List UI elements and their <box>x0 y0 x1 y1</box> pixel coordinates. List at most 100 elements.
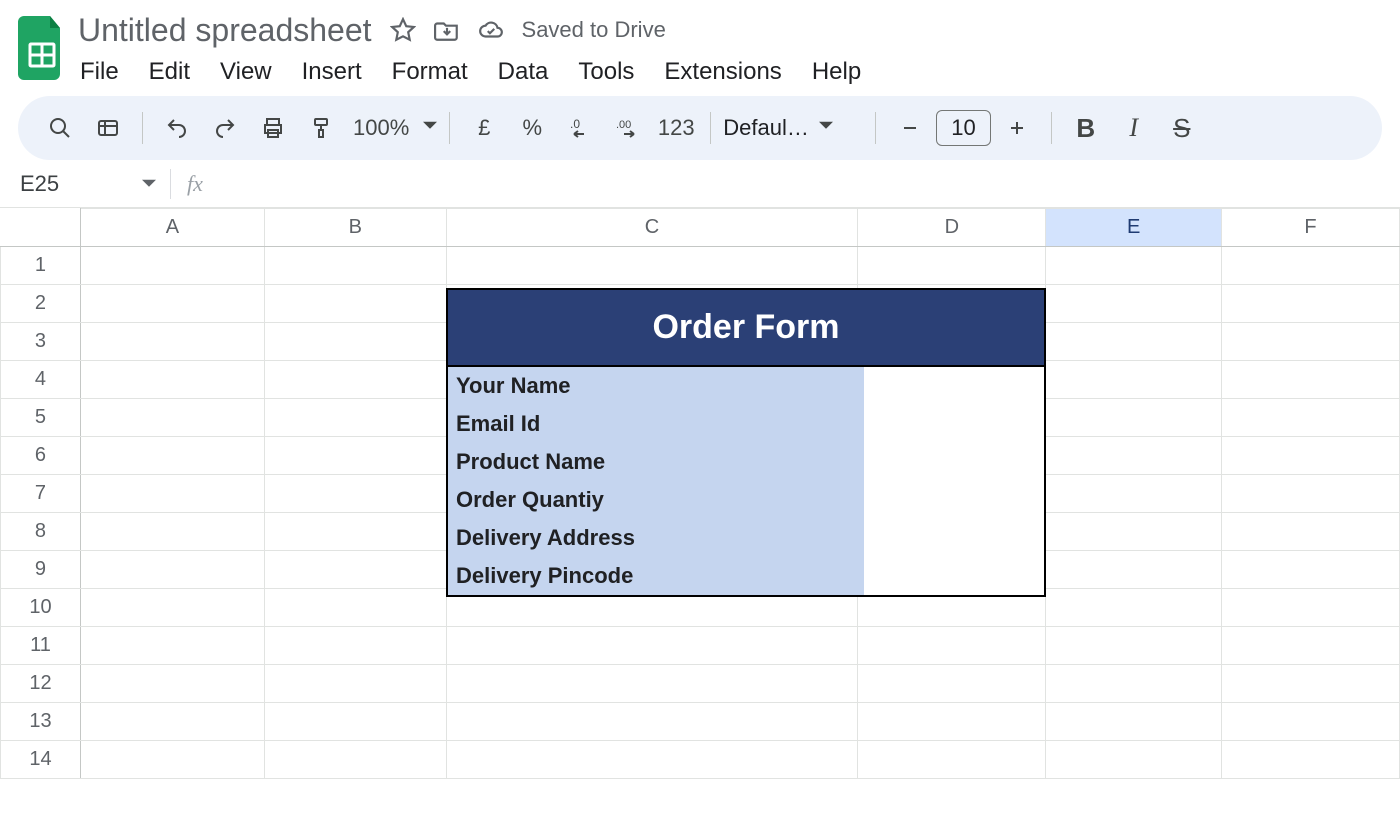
cell[interactable] <box>1222 551 1400 589</box>
cell[interactable] <box>1222 589 1400 627</box>
cell[interactable] <box>1222 741 1400 779</box>
filter-views-icon[interactable] <box>86 106 130 150</box>
cell[interactable] <box>858 741 1046 779</box>
menu-help[interactable]: Help <box>812 58 861 86</box>
cell[interactable] <box>80 323 264 361</box>
redo-icon[interactable] <box>203 106 247 150</box>
cell[interactable] <box>264 741 446 779</box>
form-value-pincode[interactable] <box>864 557 1044 595</box>
cell[interactable] <box>1046 323 1222 361</box>
cell[interactable] <box>264 551 446 589</box>
cell[interactable] <box>1046 247 1222 285</box>
cell[interactable] <box>264 437 446 475</box>
italic-button[interactable]: I <box>1112 106 1156 150</box>
row-header[interactable]: 6 <box>1 437 81 475</box>
move-to-drive-icon[interactable] <box>434 17 460 43</box>
cell[interactable] <box>1222 361 1400 399</box>
menu-view[interactable]: View <box>220 58 272 86</box>
document-title[interactable]: Untitled spreadsheet <box>78 12 372 49</box>
cell[interactable] <box>264 703 446 741</box>
cell[interactable] <box>1046 475 1222 513</box>
form-value-email[interactable] <box>864 405 1044 443</box>
cell[interactable] <box>264 323 446 361</box>
row-header[interactable]: 12 <box>1 665 81 703</box>
zoom-dropdown[interactable]: 100% <box>347 115 437 141</box>
column-header-A[interactable]: A <box>80 209 264 247</box>
cell[interactable] <box>80 589 264 627</box>
row-header[interactable]: 13 <box>1 703 81 741</box>
cell[interactable] <box>1046 513 1222 551</box>
row-header[interactable]: 4 <box>1 361 81 399</box>
row-header[interactable]: 3 <box>1 323 81 361</box>
column-header-E[interactable]: E <box>1046 209 1222 247</box>
more-formats-button[interactable]: 123 <box>654 106 698 150</box>
font-dropdown[interactable]: Defaul… <box>723 115 863 141</box>
cell[interactable] <box>264 627 446 665</box>
increase-decimal-icon[interactable]: .00 <box>606 106 650 150</box>
menu-edit[interactable]: Edit <box>149 58 190 86</box>
cell[interactable] <box>80 437 264 475</box>
cell[interactable] <box>80 399 264 437</box>
form-value-product[interactable] <box>864 443 1044 481</box>
cell[interactable] <box>264 247 446 285</box>
cell[interactable] <box>858 665 1046 703</box>
strikethrough-button[interactable]: S <box>1160 106 1204 150</box>
increase-font-size-button[interactable] <box>995 106 1039 150</box>
cell[interactable] <box>858 703 1046 741</box>
cell[interactable] <box>1046 665 1222 703</box>
cell[interactable] <box>80 627 264 665</box>
cell[interactable] <box>1046 589 1222 627</box>
cell[interactable] <box>80 361 264 399</box>
cell[interactable] <box>1222 247 1400 285</box>
row-header[interactable]: 8 <box>1 513 81 551</box>
menu-file[interactable]: File <box>80 58 119 86</box>
cell[interactable] <box>446 741 858 779</box>
row-header[interactable]: 10 <box>1 589 81 627</box>
cell[interactable] <box>80 513 264 551</box>
menu-extensions[interactable]: Extensions <box>664 58 781 86</box>
column-header-B[interactable]: B <box>264 209 446 247</box>
cell[interactable] <box>1046 703 1222 741</box>
print-icon[interactable] <box>251 106 295 150</box>
menu-data[interactable]: Data <box>498 58 549 86</box>
currency-format-button[interactable]: £ <box>462 106 506 150</box>
row-header[interactable]: 9 <box>1 551 81 589</box>
cell[interactable] <box>264 513 446 551</box>
name-box[interactable]: E25 <box>0 171 170 197</box>
column-header-D[interactable]: D <box>858 209 1046 247</box>
cell[interactable] <box>264 285 446 323</box>
paint-format-icon[interactable] <box>299 106 343 150</box>
cell[interactable] <box>1046 741 1222 779</box>
cell[interactable] <box>80 475 264 513</box>
cell[interactable] <box>80 741 264 779</box>
form-value-quantity[interactable] <box>864 481 1044 519</box>
cell[interactable] <box>264 361 446 399</box>
decrease-decimal-icon[interactable]: .0 <box>558 106 602 150</box>
search-icon[interactable] <box>38 106 82 150</box>
cell[interactable] <box>1222 285 1400 323</box>
cell[interactable] <box>264 399 446 437</box>
cell[interactable] <box>264 475 446 513</box>
percent-format-button[interactable]: % <box>510 106 554 150</box>
row-header[interactable]: 5 <box>1 399 81 437</box>
row-header[interactable]: 7 <box>1 475 81 513</box>
cell[interactable] <box>264 589 446 627</box>
form-value-address[interactable] <box>864 519 1044 557</box>
cell[interactable] <box>80 703 264 741</box>
cell[interactable] <box>1222 323 1400 361</box>
cell[interactable] <box>80 665 264 703</box>
cell[interactable] <box>80 285 264 323</box>
cell[interactable] <box>1046 361 1222 399</box>
cell[interactable] <box>1222 665 1400 703</box>
undo-icon[interactable] <box>155 106 199 150</box>
row-header[interactable]: 2 <box>1 285 81 323</box>
cell[interactable] <box>264 665 446 703</box>
menu-format[interactable]: Format <box>392 58 468 86</box>
cell[interactable] <box>1222 703 1400 741</box>
cell[interactable] <box>1046 285 1222 323</box>
cell[interactable] <box>1046 551 1222 589</box>
cell[interactable] <box>446 665 858 703</box>
cloud-saved-icon[interactable] <box>478 17 504 43</box>
select-all-corner[interactable] <box>1 209 81 247</box>
cell[interactable] <box>1222 399 1400 437</box>
